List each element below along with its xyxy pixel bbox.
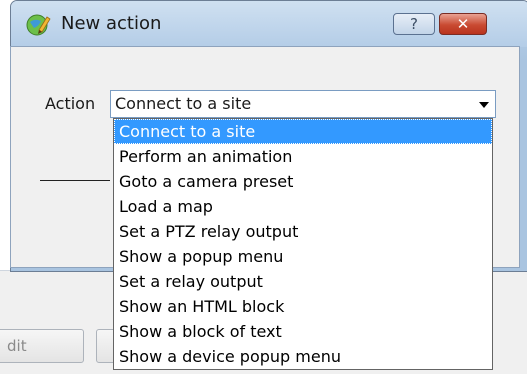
action-dropdown-list: Connect to a site Perform an animation G… [113, 118, 493, 370]
dropdown-option[interactable]: Load a map [114, 194, 492, 219]
dropdown-option[interactable]: Show a block of text [114, 319, 492, 344]
dialog-title: New action [61, 13, 162, 34]
help-button[interactable]: ? [393, 13, 435, 35]
action-combobox[interactable]: Connect to a site [110, 90, 496, 118]
dropdown-option[interactable]: Show a device popup menu [114, 344, 492, 369]
action-label: Action [45, 94, 96, 113]
edit-button[interactable]: dit [0, 329, 84, 363]
chevron-down-icon[interactable] [479, 102, 489, 108]
dropdown-option[interactable]: Perform an animation [114, 144, 492, 169]
pencil-globe-icon [25, 13, 51, 37]
title-bar[interactable]: New action ? ✕ [11, 1, 527, 47]
dropdown-option[interactable]: Connect to a site [114, 119, 492, 144]
dropdown-option[interactable]: Goto a camera preset [114, 169, 492, 194]
dropdown-option[interactable]: Set a PTZ relay output [114, 219, 492, 244]
dropdown-option[interactable]: Show an HTML block [114, 294, 492, 319]
close-button[interactable]: ✕ [439, 13, 487, 35]
action-combobox-value: Connect to a site [115, 94, 252, 113]
dropdown-option[interactable]: Show a popup menu [114, 244, 492, 269]
dropdown-option[interactable]: Set a relay output [114, 269, 492, 294]
divider-line [40, 180, 110, 181]
